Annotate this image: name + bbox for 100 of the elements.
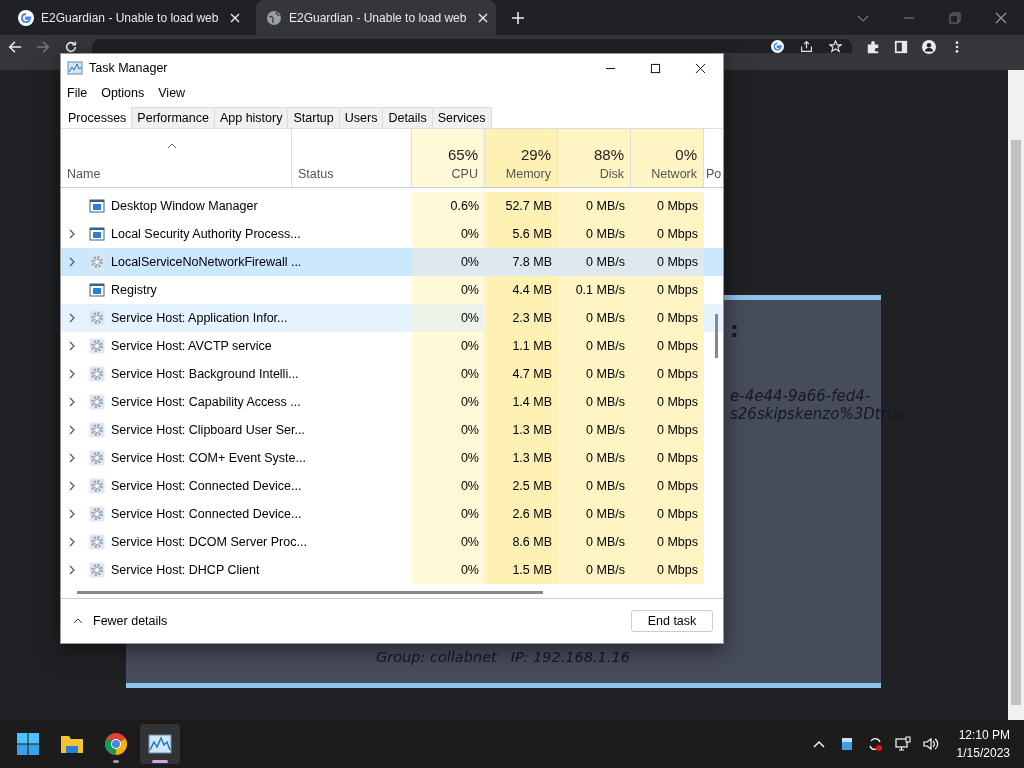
close-icon[interactable] [995, 11, 1007, 24]
process-name: Service Host: Background Intelli... [111, 367, 299, 381]
maximize-icon[interactable] [650, 62, 661, 74]
process-row[interactable]: Service Host: AVCTP service 0% 1.1 MB 0 MB/s 0 Mbps [61, 332, 723, 360]
chevron-right-icon[interactable] [69, 313, 75, 323]
table-cell: 0 Mbps [631, 556, 704, 584]
menu-item[interactable]: File [67, 86, 88, 100]
table-cell: 0 MB/s [558, 248, 631, 276]
column-header[interactable]: Po [704, 129, 723, 187]
chevron-right-icon[interactable] [69, 509, 75, 519]
window-icon [89, 282, 105, 298]
process-row[interactable]: Service Host: Background Intelli... 0% 4.7 MB 0 MB/s 0 Mbps [61, 360, 723, 388]
scrollbar[interactable] [1008, 70, 1024, 720]
speaker-icon[interactable] [922, 736, 939, 752]
sidebar-icon[interactable] [894, 40, 908, 54]
forward-icon[interactable] [36, 40, 50, 54]
table-cell: 0 Mbps [631, 500, 704, 528]
table-cell: 0 Mbps [631, 276, 704, 304]
process-row[interactable]: Service Host: Connected Device... 0% 2.5 MB 0 MB/s 0 Mbps [61, 472, 723, 500]
column-header[interactable]: 29% Memory [485, 129, 558, 187]
table-cell: 0 MB/s [558, 444, 631, 472]
window-icon [89, 198, 105, 214]
process-row[interactable]: Service Host: Capability Access ... 0% 1.4 MB 0 MB/s 0 Mbps [61, 388, 723, 416]
column-header[interactable]: 88% Disk [558, 129, 631, 187]
end-task-button[interactable]: End task [631, 610, 713, 632]
chevron-right-icon[interactable] [69, 397, 75, 407]
table-cell: 0 MB/s [558, 360, 631, 388]
column-header[interactable]: 65% CPU [412, 129, 485, 187]
table-cell: 0 Mbps [631, 192, 704, 220]
tab[interactable]: App history [213, 107, 289, 128]
gear-icon [89, 338, 105, 354]
network-icon[interactable] [894, 736, 911, 752]
menu-item[interactable]: Options [101, 86, 145, 100]
process-row[interactable]: Service Host: DHCP Client 0% 1.5 MB 0 MB/s 0 Mbps [61, 556, 723, 584]
process-row[interactable]: Local Security Authority Process... 0% 5.6 MB 0 MB/s 0 Mbps [61, 220, 723, 248]
column-header[interactable]: 0% Network [631, 129, 704, 187]
process-row[interactable]: Service Host: Application Infor... 0% 2.3 MB 0 MB/s 0 Mbps [61, 304, 723, 332]
process-name: LocalServiceNoNetworkFirewall ... [111, 255, 302, 269]
gear-icon [89, 366, 105, 382]
scrollbar[interactable] [715, 314, 718, 358]
browser-tab[interactable]: E2Guardian - Unable to load web [256, 0, 496, 35]
taskbar-app[interactable] [140, 724, 180, 764]
chevron-right-icon[interactable] [69, 229, 75, 239]
table-cell: 0 MB/s [558, 304, 631, 332]
process-name: Service Host: Connected Device... [111, 479, 302, 493]
gear-icon [89, 478, 105, 494]
chevron-right-icon[interactable] [69, 537, 75, 547]
table-cell: 5.6 MB [485, 220, 558, 248]
process-row[interactable]: Desktop Window Manager 0.6% 52.7 MB 0 MB/s 0 Mbps [61, 192, 723, 220]
chevron-right-icon[interactable] [69, 565, 75, 575]
tab[interactable]: Performance [131, 107, 215, 128]
tab[interactable]: Users [338, 107, 384, 128]
chevron-right-icon[interactable] [69, 453, 75, 463]
chevron-right-icon[interactable] [69, 341, 75, 351]
star-icon[interactable] [829, 39, 842, 53]
table-cell: 0% [412, 444, 485, 472]
tab[interactable]: Services [431, 107, 492, 128]
url-text: e-4e44-9a66-fed4- [730, 387, 871, 405]
chevron-right-icon[interactable] [69, 369, 75, 379]
puzzle-icon[interactable] [866, 40, 880, 54]
table-cell: 1.1 MB [485, 332, 558, 360]
profile-icon[interactable] [922, 40, 936, 54]
new-tab-icon[interactable] [512, 11, 524, 24]
table-cell: 1.3 MB [485, 416, 558, 444]
back-icon[interactable] [8, 40, 22, 54]
process-row[interactable]: Service Host: DCOM Server Proc... 0% 8.6 MB 0 MB/s 0 Mbps [61, 528, 723, 556]
table-cell: 7.8 MB [485, 248, 558, 276]
share-icon[interactable] [800, 39, 813, 53]
process-row[interactable]: LocalServiceNoNetworkFirewall ... 0% 7.8 MB 0 MB/s 0 Mbps [61, 248, 723, 276]
table-cell: 0 Mbps [631, 248, 704, 276]
chevron-right-icon[interactable] [69, 481, 75, 491]
process-row[interactable]: Service Host: COM+ Event Syste... 0% 1.3 MB 0 MB/s 0 Mbps [61, 444, 723, 472]
process-name: Service Host: DCOM Server Proc... [111, 535, 307, 549]
process-row[interactable]: Registry 0% 4.4 MB 0.1 MB/s 0 Mbps [61, 276, 723, 304]
restore-icon[interactable] [949, 11, 961, 24]
tab[interactable]: Details [382, 107, 433, 128]
process-row[interactable]: Service Host: Connected Device... 0% 2.6 MB 0 MB/s 0 Mbps [61, 500, 723, 528]
reload-icon[interactable] [64, 40, 78, 54]
table-cell: 1.5 MB [485, 556, 558, 584]
chevron-right-icon[interactable] [69, 257, 75, 267]
clock[interactable]: 12:10 PM 1/15/2023 [946, 726, 1024, 762]
table-cell: 0% [412, 360, 485, 388]
g-logo-icon[interactable] [771, 39, 784, 53]
table-cell: 0 Mbps [631, 220, 704, 248]
table-cell: 0% [412, 528, 485, 556]
fewer-details-button[interactable]: Fewer details [71, 612, 170, 630]
table-cell: 8.6 MB [485, 528, 558, 556]
menu-item[interactable]: View [158, 86, 186, 100]
process-row[interactable]: Service Host: Clipboard User Ser... 0% 1.3 MB 0 MB/s 0 Mbps [61, 416, 723, 444]
browser-tab[interactable]: E2Guardian - Unable to load web [8, 0, 248, 35]
table-cell: 0% [412, 388, 485, 416]
tab[interactable]: Startup [287, 107, 340, 128]
process-name: Service Host: AVCTP service [111, 339, 272, 353]
date-text: 1/15/2023 [956, 745, 1010, 762]
column-header[interactable]: Name [61, 129, 292, 187]
address-bar[interactable] [92, 39, 852, 53]
chart-window-icon [67, 60, 83, 76]
close-icon[interactable] [695, 62, 706, 74]
chevron-right-icon[interactable] [69, 425, 75, 435]
time-text: 12:10 PM [958, 727, 1010, 744]
